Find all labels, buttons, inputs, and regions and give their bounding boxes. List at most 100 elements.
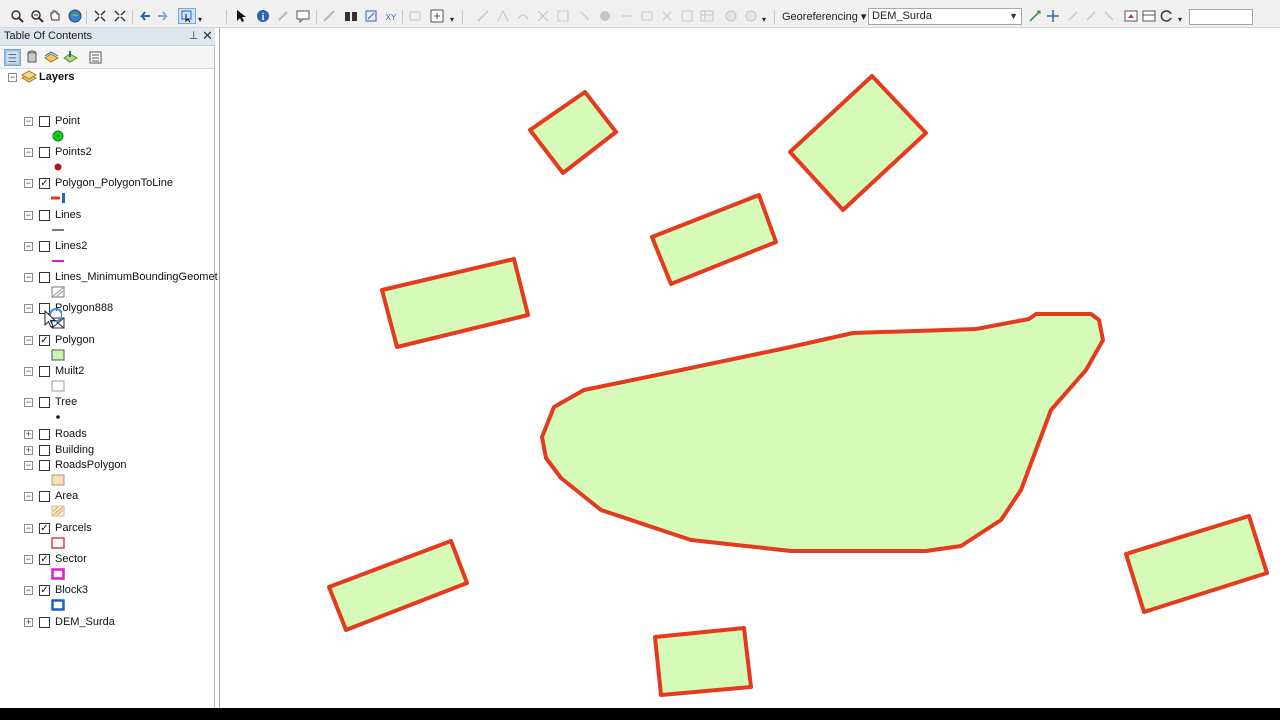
- list-by-selection-icon[interactable]: [62, 49, 79, 66]
- layer-symbol-lines[interactable]: [50, 224, 66, 236]
- layer-visibility-checkbox[interactable]: ✓: [39, 585, 50, 596]
- layer-visibility-checkbox[interactable]: ✓: [39, 523, 50, 534]
- layer-visibility-checkbox[interactable]: [39, 617, 50, 628]
- edit-vertices-icon[interactable]: [496, 9, 510, 23]
- layer-row-sector[interactable]: − ✓ Sector: [0, 552, 214, 568]
- layer-row-building[interactable]: + Building: [0, 443, 214, 459]
- collapse-icon[interactable]: −: [24, 148, 33, 157]
- table-link-icon[interactable]: [1142, 9, 1156, 23]
- expand-icon[interactable]: +: [24, 430, 33, 439]
- layer-symbol-polygon[interactable]: [50, 349, 66, 361]
- layer-visibility-checkbox[interactable]: [39, 116, 50, 127]
- layer-row-lines-minimumboundinggeomet[interactable]: − Lines_MinimumBoundingGeomet: [0, 270, 218, 286]
- georef-tools-dropdown-arrow[interactable]: ▾: [762, 12, 766, 28]
- layer-name-label[interactable]: Polygon888: [55, 302, 113, 314]
- cut-polygons-icon[interactable]: [536, 9, 550, 23]
- layer-row-point[interactable]: − Point: [0, 114, 214, 130]
- hyperlink-icon[interactable]: [276, 9, 290, 23]
- expand-icon[interactable]: +: [24, 446, 33, 455]
- reshape-icon[interactable]: [516, 9, 530, 23]
- sketch-properties-icon[interactable]: [598, 9, 612, 23]
- collapse-icon[interactable]: −: [24, 179, 33, 188]
- layer-name-label[interactable]: Points2: [55, 146, 92, 158]
- layer-symbol-points2[interactable]: [50, 161, 66, 173]
- layer-name-label[interactable]: Area: [55, 490, 78, 502]
- layer-visibility-checkbox[interactable]: [39, 241, 50, 252]
- collapse-icon[interactable]: −: [24, 117, 33, 126]
- parcel-polygon-6[interactable]: [653, 626, 753, 697]
- pin-icon[interactable]: ⊥: [189, 29, 199, 42]
- find-route-icon[interactable]: [364, 9, 378, 23]
- layer-symbol-block3[interactable]: [50, 599, 66, 611]
- select-elements-icon[interactable]: [234, 9, 248, 23]
- large-polygon-feature[interactable]: [540, 312, 1105, 553]
- layer-row-parcels[interactable]: − ✓ Parcels: [0, 521, 214, 537]
- layer-name-label[interactable]: Polygon: [55, 334, 95, 346]
- layer-name-label[interactable]: Polygon_PolygonToLine: [55, 177, 173, 189]
- layer-name-label[interactable]: Muilt2: [55, 365, 84, 377]
- zoom-out-icon[interactable]: [30, 9, 44, 23]
- collapse-icon[interactable]: −: [24, 492, 33, 501]
- go-to-xy-icon[interactable]: XY: [384, 9, 398, 23]
- layer-name-label[interactable]: RoadsPolygon: [55, 459, 127, 471]
- layer-name-label[interactable]: Sector: [55, 553, 87, 565]
- add-points-icon[interactable]: [1066, 9, 1080, 23]
- refresh-icon[interactable]: [1160, 9, 1174, 23]
- collapse-icon[interactable]: −: [24, 367, 33, 376]
- list-by-drawing-order-icon[interactable]: [4, 49, 21, 66]
- layer-visibility-checkbox[interactable]: [39, 147, 50, 158]
- layer-symbol-muilt2[interactable]: [50, 380, 66, 392]
- rotate-georef-icon[interactable]: [1028, 9, 1042, 23]
- layer-name-label[interactable]: DEM_Surda: [55, 616, 115, 628]
- zoom-in-icon[interactable]: [10, 9, 24, 23]
- collapse-icon[interactable]: −: [24, 586, 33, 595]
- layer-visibility-checkbox[interactable]: [39, 210, 50, 221]
- html-popup-icon[interactable]: [296, 9, 310, 23]
- layer-visibility-checkbox[interactable]: ✓: [39, 178, 50, 189]
- identify-icon[interactable]: i: [256, 9, 270, 23]
- create-viewer-icon[interactable]: [430, 9, 444, 23]
- layer-row-lines[interactable]: − Lines: [0, 208, 214, 224]
- layer-row-muilt2[interactable]: − Muilt2: [0, 364, 214, 380]
- layer-name-label[interactable]: Building: [55, 444, 94, 456]
- layer-name-label[interactable]: Point: [55, 115, 80, 127]
- layer-row-dem-surda[interactable]: + DEM_Surda: [0, 615, 214, 631]
- expand-icon[interactable]: +: [24, 618, 33, 627]
- collapse-icon[interactable]: −: [24, 336, 33, 345]
- rectify-icon[interactable]: [724, 9, 738, 23]
- collapse-icon[interactable]: −: [24, 555, 33, 564]
- link-table-icon[interactable]: [680, 9, 694, 23]
- layer-name-label[interactable]: Tree: [55, 396, 77, 408]
- layer-name-label[interactable]: Lines_MinimumBoundingGeomet: [55, 271, 218, 283]
- map-view[interactable]: [219, 28, 1280, 708]
- layer-row-points2[interactable]: − Points2: [0, 145, 214, 161]
- layer-row-polygon888[interactable]: − Polygon888: [0, 301, 214, 317]
- measure-icon[interactable]: [322, 9, 336, 23]
- select-dropdown-arrow[interactable]: ▾: [198, 12, 202, 28]
- layer-symbol-area[interactable]: [50, 505, 66, 517]
- layer-symbol-roadspolygon[interactable]: [50, 474, 66, 486]
- viewer-icon[interactable]: [1124, 9, 1138, 23]
- layer-symbol-tree[interactable]: [50, 411, 66, 423]
- parcel-polygon-7[interactable]: [1124, 514, 1269, 614]
- viewer-dropdown-arrow[interactable]: ▾: [450, 12, 454, 28]
- layer-visibility-checkbox[interactable]: [39, 491, 50, 502]
- time-slider-icon[interactable]: [408, 9, 422, 23]
- select-link-icon[interactable]: [1102, 9, 1116, 23]
- collapse-icon[interactable]: −: [24, 211, 33, 220]
- rotate-icon[interactable]: [578, 9, 592, 23]
- layer-row-block3[interactable]: − ✓ Block3: [0, 583, 214, 599]
- attributes-icon[interactable]: [620, 9, 634, 23]
- pan-icon[interactable]: [48, 9, 62, 23]
- map-canvas[interactable]: [220, 28, 1280, 708]
- view-link-table-icon[interactable]: [700, 9, 714, 23]
- layer-visibility-checkbox[interactable]: ✓: [39, 335, 50, 346]
- layer-visibility-checkbox[interactable]: [39, 445, 50, 456]
- select-features-icon[interactable]: [178, 8, 196, 24]
- list-by-visibility-icon[interactable]: [43, 49, 60, 66]
- back-extent-icon[interactable]: [138, 9, 152, 23]
- layer-visibility-checkbox[interactable]: [39, 366, 50, 377]
- layer-row-roadspolygon[interactable]: − RoadsPolygon: [0, 458, 214, 474]
- layer-row-polygon-polygontoline[interactable]: − ✓ Polygon_PolygonToLine: [0, 176, 214, 192]
- layer-row-area[interactable]: − Area: [0, 489, 214, 505]
